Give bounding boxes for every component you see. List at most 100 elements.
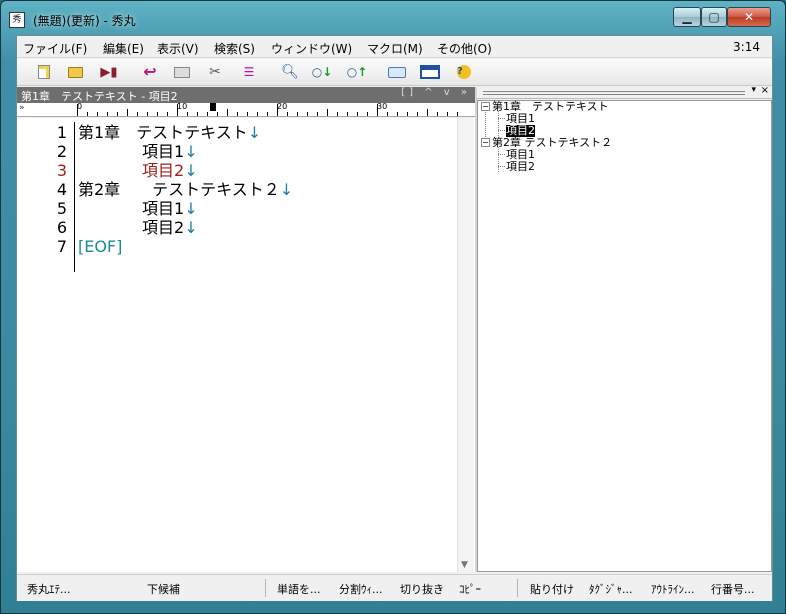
editor-line-current[interactable]: 3 項目2↓: [17, 161, 457, 180]
split-window-icon: [420, 65, 440, 79]
search-icon: 🔍︎: [281, 64, 299, 80]
ruler-tick: [297, 112, 298, 116]
status-hidemaru-editor[interactable]: 秀丸ｴﾃ...: [27, 581, 71, 597]
copy-window-button[interactable]: [171, 62, 193, 82]
ruler-tick: [327, 109, 328, 116]
tree-connector: [498, 111, 499, 136]
ruler-tick: [237, 112, 238, 116]
ruler-tick: [227, 109, 228, 116]
ruler: » 0 10 20 30: [17, 102, 475, 117]
ruler-tick: [397, 112, 398, 116]
ruler-tick: [167, 112, 168, 116]
editor-header: 第1章 テストテキスト - 項目2 [] ^ v »: [17, 87, 475, 103]
undo-button[interactable]: ↩: [139, 62, 161, 82]
tree-connector: [498, 118, 505, 119]
status-select-word[interactable]: 単語を...: [277, 581, 321, 597]
line-number: 5: [56, 199, 67, 218]
editor-header-title: 第1章 テストテキスト - 項目2: [21, 90, 178, 103]
app-icon[interactable]: 秀: [9, 12, 25, 28]
help-icon: ?: [457, 65, 471, 79]
tree-connector: [498, 166, 505, 167]
paste-button[interactable]: ☰: [238, 62, 260, 82]
line-text: 項目2↓: [78, 161, 198, 180]
copy-window-icon: [174, 66, 190, 78]
text-editor[interactable]: 1 第1章 テストテキスト↓ 2 項目1↓ 3 項目2↓ 4 第2章 テストテキ…: [17, 118, 475, 572]
tree-expander-icon[interactable]: −: [481, 102, 490, 111]
title-bar[interactable]: 秀 (無題)(更新) - 秀丸 ▁ ▢ ✕: [1, 1, 785, 35]
tag-jump-icon: [388, 66, 406, 78]
close-button[interactable]: ✕: [727, 7, 771, 27]
menu-search[interactable]: 検索(S): [214, 40, 255, 57]
tree-node-item[interactable]: 項目2: [506, 161, 535, 173]
status-separator: [517, 579, 518, 597]
editor-line[interactable]: 4 第2章 テストテキスト２↓: [17, 180, 457, 199]
outline-close-icon[interactable]: ×: [761, 85, 769, 96]
editor-line[interactable]: 2 項目1↓: [17, 142, 457, 161]
ruler-mark-20: 20: [277, 102, 288, 111]
editor-line-eof[interactable]: 7 [EOF]: [17, 237, 457, 256]
ruler-tick: [357, 112, 358, 116]
menu-other[interactable]: その他(O): [437, 40, 492, 57]
status-tag-jump[interactable]: ﾀｸﾞｼﾞｬ...: [589, 581, 633, 597]
search-up-button[interactable]: ○↑: [346, 62, 368, 82]
line-text: 第2章 テストテキスト２↓: [78, 180, 294, 199]
editor-line[interactable]: 6 項目2↓: [17, 218, 457, 237]
ruler-tick: [367, 112, 368, 116]
new-file-button[interactable]: [33, 62, 55, 82]
search-button[interactable]: 🔍︎: [279, 62, 301, 82]
help-button[interactable]: ?: [453, 62, 475, 82]
eof-marker: [EOF]: [78, 237, 123, 256]
status-next-candidate[interactable]: 下候補: [147, 581, 180, 597]
ruler-tick: [277, 104, 278, 116]
status-line-number[interactable]: 行番号...: [711, 581, 755, 597]
maximize-button[interactable]: ▢: [701, 7, 727, 27]
menu-view[interactable]: 表示(V): [157, 40, 199, 57]
newline-mark: ↓: [279, 180, 294, 199]
minimize-icon: ▁: [682, 10, 692, 24]
ruler-tick: [187, 112, 188, 116]
ruler-tick: [117, 112, 118, 116]
status-outline[interactable]: ｱｳﾄﾗｲﾝ...: [651, 581, 695, 597]
search-down-button[interactable]: ○↓: [311, 62, 333, 82]
ruler-tick: [387, 112, 388, 116]
ruler-mark-30: 30: [377, 102, 388, 111]
menu-file[interactable]: ファイル(F): [23, 40, 87, 57]
line-number: 6: [56, 218, 67, 237]
gutter-fold-mark[interactable]: »: [19, 103, 25, 113]
client-area: ファイル(F) 編集(E) 表示(V) 検索(S) ウィンドウ(W) マクロ(M…: [16, 35, 773, 601]
editor-vertical-scrollbar[interactable]: ▼: [457, 118, 474, 572]
menu-macro[interactable]: マクロ(M): [367, 40, 423, 57]
ruler-tick: [287, 112, 288, 116]
line-text: 項目1↓: [78, 199, 198, 218]
editor-line[interactable]: 1 第1章 テストテキスト↓: [17, 123, 457, 142]
menu-window[interactable]: ウィンドウ(W): [271, 40, 352, 57]
outline-grip[interactable]: [483, 91, 745, 95]
status-split-window[interactable]: 分割ｳｨ...: [339, 581, 383, 597]
outline-menu-icon[interactable]: ▾: [751, 85, 756, 95]
open-folder-button[interactable]: [64, 62, 86, 82]
status-paste[interactable]: 貼り付け: [530, 581, 574, 597]
split-window-button[interactable]: [419, 62, 441, 82]
cut-button[interactable]: ✂: [204, 62, 226, 82]
new-file-icon: [38, 65, 50, 79]
editor-line[interactable]: 5 項目1↓: [17, 199, 457, 218]
status-cut[interactable]: 切り抜き: [400, 581, 444, 597]
close-icon: ✕: [743, 10, 755, 24]
status-copy[interactable]: ｺﾋﾟｰ: [459, 581, 481, 597]
tag-jump-button[interactable]: [386, 62, 408, 82]
newline-mark: ↓: [184, 199, 198, 218]
scroll-down-icon[interactable]: ▼: [461, 560, 468, 570]
tree-expander-icon[interactable]: −: [481, 138, 490, 147]
ruler-tick: [197, 112, 198, 116]
ruler-tick: [407, 112, 408, 116]
ruler-tick: [377, 104, 378, 116]
status-bar: 秀丸ｴﾃ... 下候補 単語を... 分割ｳｨ... 切り抜き ｺﾋﾟｰ 貼り付…: [17, 574, 772, 601]
tree-connector: [498, 130, 505, 131]
newline-mark: ↓: [184, 218, 198, 237]
status-separator: [265, 579, 266, 597]
editor-header-controls[interactable]: [] ^ v »: [401, 87, 471, 98]
minimize-button[interactable]: ▁: [673, 7, 701, 27]
menu-edit[interactable]: 編集(E): [103, 40, 144, 57]
save-button[interactable]: ▶▮: [98, 62, 120, 82]
line-text: 項目2↓: [78, 218, 198, 237]
